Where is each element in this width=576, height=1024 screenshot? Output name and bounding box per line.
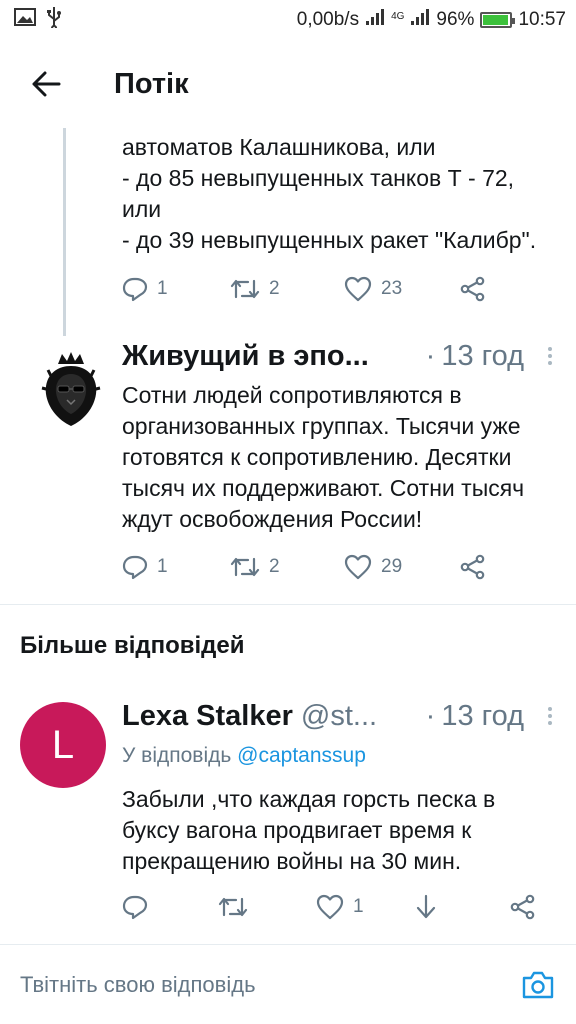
- arrow-left-icon: [32, 71, 61, 97]
- tweet-text: Забыли ,что каждая горсть песка в буксу …: [122, 784, 562, 877]
- author-name[interactable]: Живущий в эпо...: [122, 340, 369, 373]
- retweet-button[interactable]: 2: [230, 277, 344, 301]
- retweet-icon: [230, 279, 260, 299]
- camera-icon: [522, 971, 554, 998]
- camera-button[interactable]: [520, 967, 556, 1003]
- image-icon: [14, 8, 36, 32]
- text-line: ждут освобождения России!: [122, 506, 423, 532]
- signal-icon: [410, 8, 430, 32]
- tweet-time-label: 13 год: [441, 339, 524, 372]
- text-line: Сотни людей сопротивляются в: [122, 382, 462, 408]
- text-line: - до 39 невыпущенных ракет "Калибр".: [122, 227, 537, 253]
- thread-connector-line: [63, 128, 66, 336]
- clock: 10:57: [518, 9, 566, 30]
- retweet-icon: [218, 897, 248, 917]
- reply-button[interactable]: 1: [122, 554, 230, 580]
- like-button[interactable]: 23: [344, 276, 460, 302]
- retweet-icon: [230, 557, 260, 577]
- reply-button[interactable]: 1: [122, 276, 230, 302]
- more-options-button[interactable]: [538, 347, 562, 365]
- more-replies-heading: Більше відповідей: [20, 632, 245, 659]
- network-type: 4G: [391, 10, 405, 22]
- usb-icon: [46, 6, 62, 34]
- text-line: организованных группах. Тысячи уже: [122, 413, 521, 439]
- text-line: буксу вагона продвигает время к: [122, 817, 472, 843]
- tweet-time: · 13 год: [425, 699, 524, 732]
- battery-percent: 96%: [436, 9, 475, 30]
- divider: [0, 604, 576, 605]
- thread-tweet-text: автоматов Калашникова, или - до 85 невып…: [122, 132, 562, 256]
- battery-level-fill: [483, 15, 509, 25]
- lion-logo-icon: [41, 352, 101, 426]
- reply-count: 1: [157, 278, 168, 299]
- reply-icon: [122, 555, 148, 580]
- reply-icon: [122, 277, 148, 302]
- share-button[interactable]: [460, 554, 486, 580]
- app-header: Потік: [0, 40, 576, 128]
- reply-button[interactable]: [122, 894, 218, 920]
- page-title: Потік: [114, 67, 189, 100]
- signal-icon: [365, 8, 385, 32]
- battery-icon: [480, 12, 516, 28]
- compose-reply-bar: Твітніть свою відповідь: [0, 944, 576, 1024]
- heart-icon: [316, 894, 344, 920]
- status-bar-right: 0,00b/s 4G 96% 10:57: [297, 8, 566, 32]
- like-count: 29: [381, 556, 403, 577]
- status-bar: 0,00b/s 4G 96% 10:57: [0, 0, 576, 40]
- text-line: Забыли ,что каждая горсть песка в: [122, 786, 496, 812]
- reply-count: 1: [157, 556, 168, 577]
- share-icon: [510, 894, 535, 920]
- text-line: или: [122, 196, 162, 222]
- retweet-count: 2: [269, 278, 280, 299]
- compose-reply-input[interactable]: Твітніть свою відповідь: [20, 972, 256, 998]
- share-button[interactable]: [510, 894, 536, 920]
- avatar[interactable]: L: [20, 702, 106, 788]
- tweet-header: Живущий в эпо... · 13 год: [122, 334, 562, 378]
- like-count: 23: [381, 278, 403, 299]
- avatar[interactable]: [36, 348, 106, 428]
- thread-tweet-actions: 1 2 23: [122, 276, 486, 302]
- author-name[interactable]: Lexa Stalker: [122, 700, 293, 733]
- tweet-time: · 13 год: [425, 339, 524, 372]
- like-button[interactable]: 1: [316, 894, 414, 920]
- back-button[interactable]: [16, 54, 76, 114]
- vote-down-button[interactable]: [414, 894, 510, 920]
- heart-icon: [344, 276, 372, 302]
- retweet-button[interactable]: 2: [230, 555, 344, 579]
- share-icon: [460, 276, 485, 302]
- status-bar-left: [14, 6, 62, 34]
- tweet-text: Сотни людей сопротивляются в организован…: [122, 380, 562, 535]
- retweet-count: 2: [269, 556, 280, 577]
- share-button[interactable]: [460, 276, 486, 302]
- tweet-actions: 1 2 29: [122, 554, 486, 580]
- text-line: тысяч их поддерживают. Сотни тысяч: [122, 475, 525, 501]
- text-line: прекращению войны на 30 мин.: [122, 848, 462, 874]
- reply-icon: [122, 895, 148, 920]
- text-line: - до 85 невыпущенных танков Т - 72,: [122, 165, 515, 191]
- net-speed: 0,00b/s: [296, 9, 360, 30]
- text-line: готовятся к сопротивлению. Десятки: [122, 444, 512, 470]
- tweet-time-label: 13 год: [441, 699, 524, 732]
- text-line: автоматов Калашникова, или: [122, 134, 436, 160]
- like-button[interactable]: 29: [344, 554, 460, 580]
- replying-to-label: У відповідь: [122, 744, 232, 767]
- replying-to: У відповідь @captanssup: [122, 744, 366, 768]
- tweet-actions: 1: [122, 894, 536, 920]
- replying-to-mention[interactable]: @captanssup: [237, 744, 366, 767]
- retweet-button[interactable]: [218, 895, 316, 919]
- heart-icon: [344, 554, 372, 580]
- tweet-header: Lexa Stalker @st... · 13 год: [122, 694, 562, 738]
- author-handle[interactable]: @st...: [301, 700, 377, 733]
- share-icon: [460, 554, 485, 580]
- like-count: 1: [353, 896, 364, 917]
- arrow-down-icon: [416, 894, 436, 919]
- more-options-button[interactable]: [538, 707, 562, 725]
